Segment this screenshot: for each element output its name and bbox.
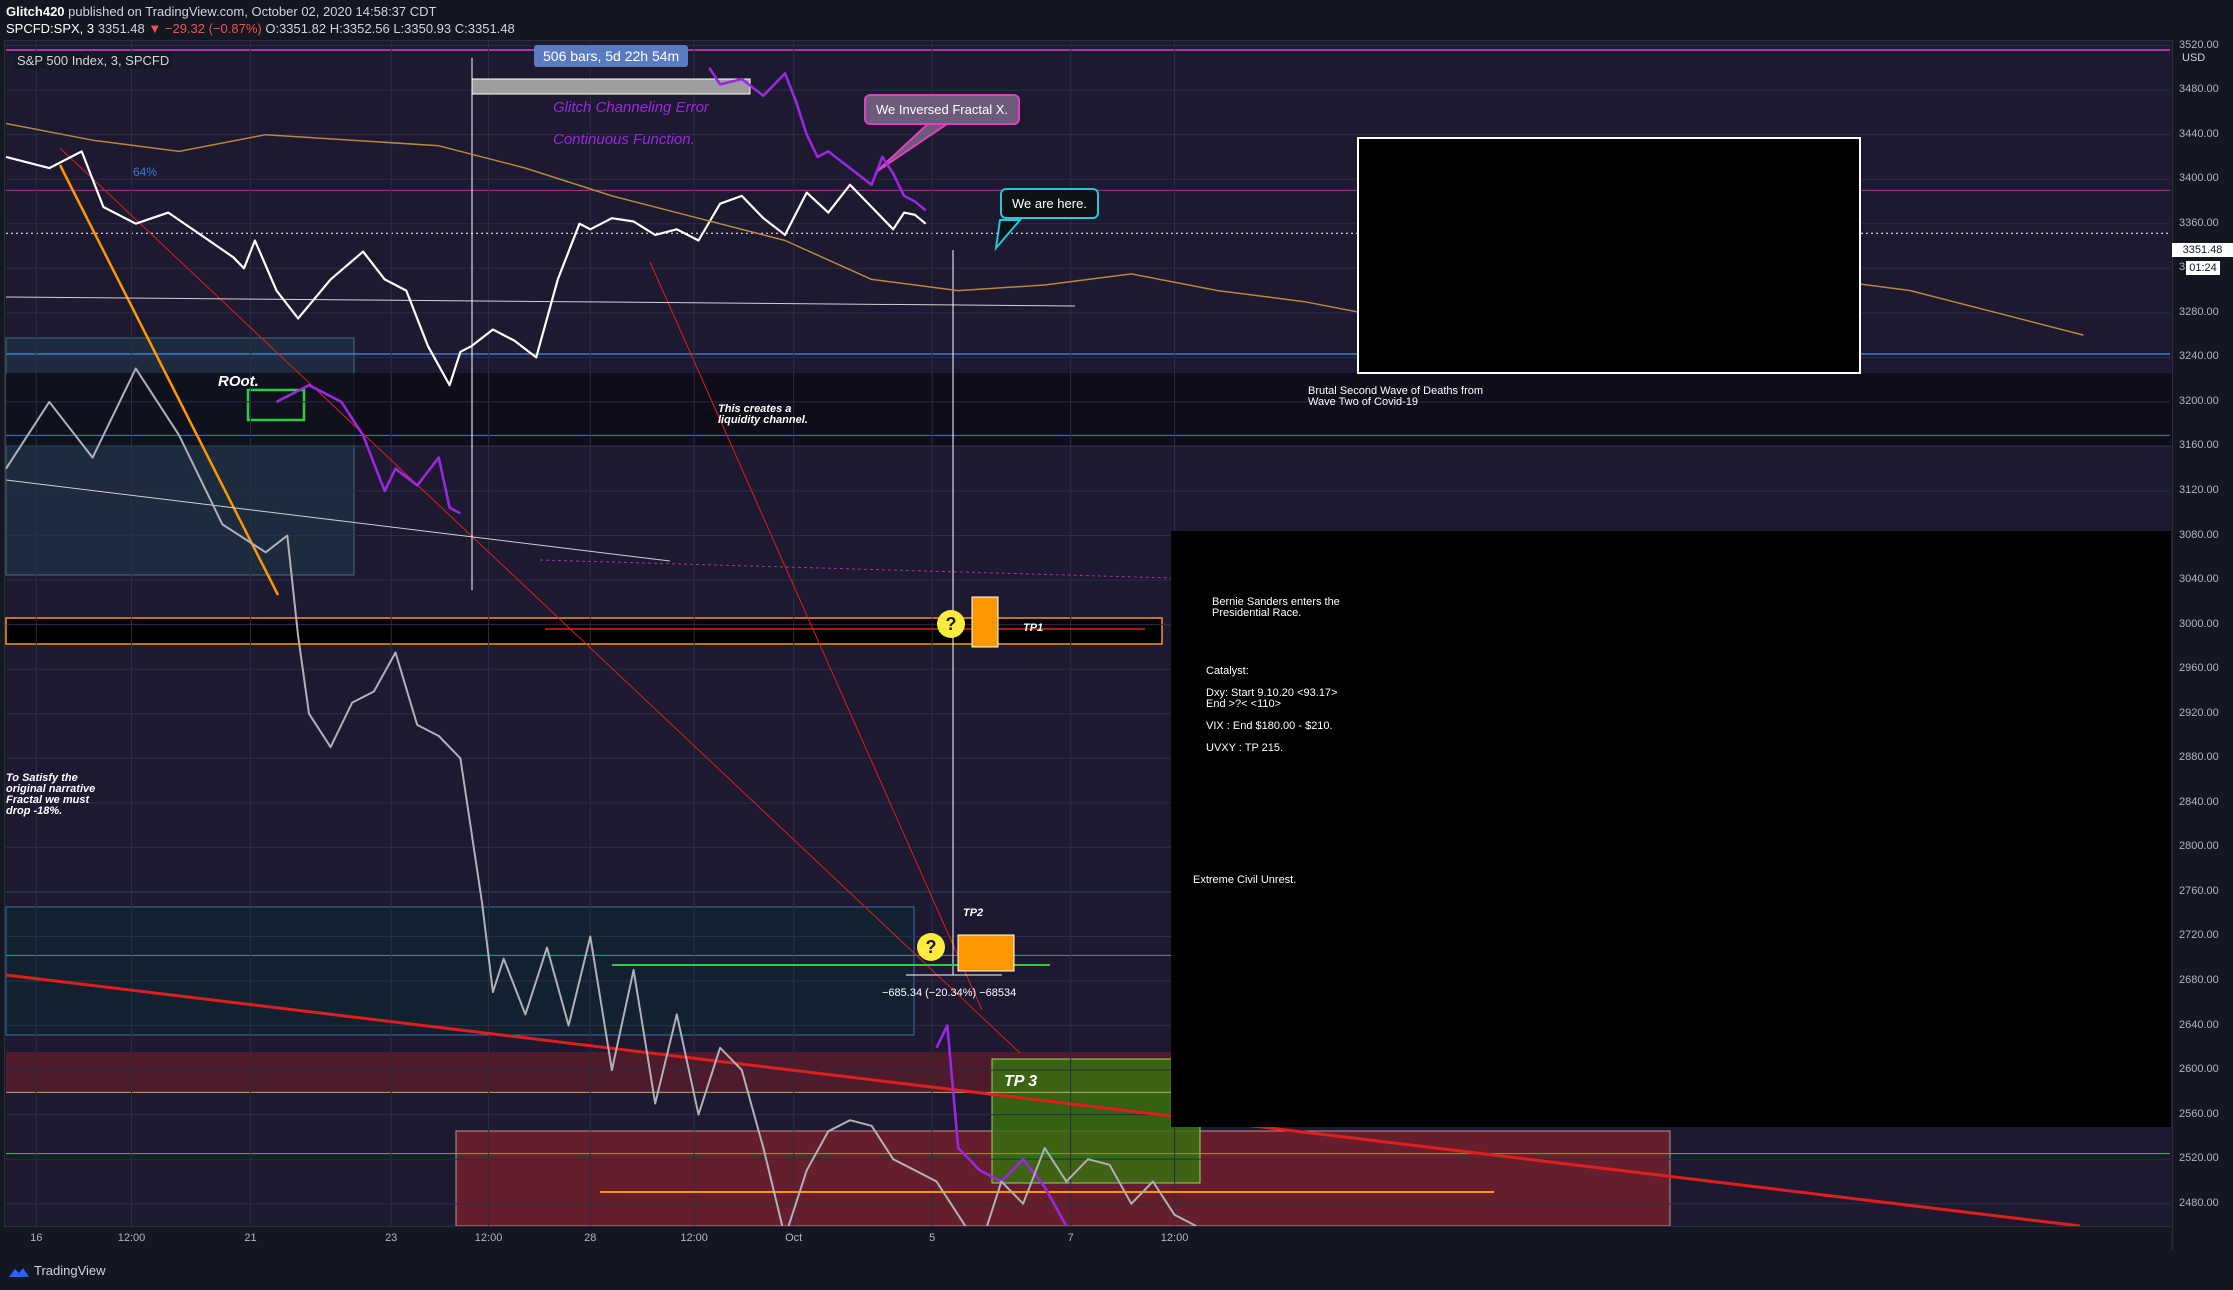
magenta-dashed-line xyxy=(539,559,1172,579)
price-tick-label: 2600.00 xyxy=(2179,1063,2219,1076)
price-tick-label: 3160.00 xyxy=(2179,439,2219,452)
price-tick-label: 3480.00 xyxy=(2179,83,2219,96)
measure-label: −685.34 (−20.34%) −68534 xyxy=(882,987,1017,999)
price-tick-label: 3360.00 xyxy=(2179,216,2219,229)
price-tick-label: 2560.00 xyxy=(2179,1107,2219,1120)
time-tick-label: 7 xyxy=(1067,1232,1074,1244)
liquidity-channel xyxy=(6,373,2172,445)
root-label: ROot. xyxy=(218,373,259,390)
news-box xyxy=(1357,137,1861,374)
here-pointer xyxy=(994,219,1023,252)
catalyst-title: Catalyst: xyxy=(1206,665,1249,677)
time-tick-label: 12:00 xyxy=(474,1232,503,1244)
time-tick-label: 21 xyxy=(244,1232,257,1244)
tp2-label: TP2 xyxy=(963,907,984,919)
time-tick-label: 12:00 xyxy=(117,1232,146,1244)
tp3-label: TP 3 xyxy=(1004,1073,1038,1090)
price-tick-label: 2840.00 xyxy=(2179,795,2219,808)
price-tick-label: 2920.00 xyxy=(2179,706,2219,719)
price-tick-label: 3080.00 xyxy=(2179,528,2219,541)
question-badge-2: ? xyxy=(917,933,945,961)
bar-countdown: 01:24 xyxy=(2186,261,2220,275)
info-box xyxy=(1171,531,2171,1127)
price-tick-label: 2880.00 xyxy=(2179,751,2219,764)
price-tick-label: 2760.00 xyxy=(2179,884,2219,897)
wave-text-2: Wave Two of Covid-19 xyxy=(1308,396,1419,408)
satisfy-line-4: drop -18%. xyxy=(6,805,63,817)
chart-legend[interactable]: S&P 500 Index, 3, SPCFD xyxy=(14,52,173,69)
price-tick-label: 3400.00 xyxy=(2179,172,2219,185)
time-tick-label: 23 xyxy=(385,1232,398,1244)
time-tick-label: 12:00 xyxy=(1160,1232,1189,1244)
price-tick-label: 3200.00 xyxy=(2179,394,2219,407)
uvxy-text: UVXY : TP 215. xyxy=(1206,742,1284,754)
price-tick-label: 2520.00 xyxy=(2179,1152,2219,1165)
tp2-block xyxy=(957,934,1015,972)
time-tick-label: 5 xyxy=(929,1232,936,1244)
glitch-error-label: Glitch Channeling Error xyxy=(553,99,709,116)
price-tick-label: 2800.00 xyxy=(2179,840,2219,853)
time-tick-label: Oct xyxy=(785,1232,803,1244)
price-tick-label: 3120.00 xyxy=(2179,484,2219,496)
price-tick-label: 2680.00 xyxy=(2179,974,2219,986)
price-tick-label: 3520.00 xyxy=(2179,38,2219,51)
price-axis[interactable]: 3520.003480.003440.003400.003360.003320.… xyxy=(2172,38,2233,1250)
liquidity-line-2: liquidity channel. xyxy=(718,414,808,426)
price-tick-label: 3240.00 xyxy=(2179,350,2219,363)
date-range-bar xyxy=(471,78,751,95)
unrest-text: Extreme Civil Unrest. xyxy=(1193,874,1297,886)
tp1-label: TP1 xyxy=(1023,622,1044,634)
continuous-label: Continuous Function. xyxy=(553,131,695,148)
tradingview-brand[interactable]: TradingView xyxy=(8,1263,106,1278)
price-tick-label: 3440.00 xyxy=(2179,127,2219,140)
last-price-label: 3351.48 xyxy=(2172,243,2233,257)
bernie-text-2: Presidential Race. xyxy=(1212,607,1302,619)
callout-inversed-fractal: We Inversed Fractal X. xyxy=(864,94,1020,125)
vix-text: VIX : End $180.00 - $210. xyxy=(1206,720,1333,732)
bars-range-label: 506 bars, 5d 22h 54m xyxy=(534,45,689,67)
question-badge-1: ? xyxy=(937,610,965,638)
price-tick-label: 2640.00 xyxy=(2179,1018,2219,1031)
time-tick-label: 16 xyxy=(30,1232,43,1244)
tp1-block xyxy=(971,596,999,648)
currency-label: USD xyxy=(2182,52,2206,64)
time-tick-label: 12:00 xyxy=(680,1232,708,1244)
white-channel-line xyxy=(5,296,1076,307)
tradingview-logo-icon xyxy=(9,1267,29,1277)
tp2-zone xyxy=(5,906,915,1036)
time-axis[interactable]: 16 12:00 21 23 12:00 28 12:00 Oct 5 7 12:00 xyxy=(4,1226,2171,1251)
price-tick-label: 2720.00 xyxy=(2179,929,2219,942)
price-tick-label: 3000.00 xyxy=(2179,617,2219,630)
tradingview-brand-text: TradingView xyxy=(34,1263,106,1278)
price-tick-label: 3280.00 xyxy=(2179,305,2219,318)
footer: TradingView xyxy=(0,1250,2233,1290)
price-tick-label: 2480.00 xyxy=(2179,1196,2219,1209)
dxy-text-2: End >?< <110> xyxy=(1206,698,1282,710)
fib-label: 64% xyxy=(133,165,158,179)
callout-we-are-here: We are here. xyxy=(1000,188,1099,219)
price-tick-label: 3040.00 xyxy=(2179,573,2219,586)
time-tick-label: 28 xyxy=(584,1232,597,1244)
price-tick-label: 2960.00 xyxy=(2179,662,2219,675)
